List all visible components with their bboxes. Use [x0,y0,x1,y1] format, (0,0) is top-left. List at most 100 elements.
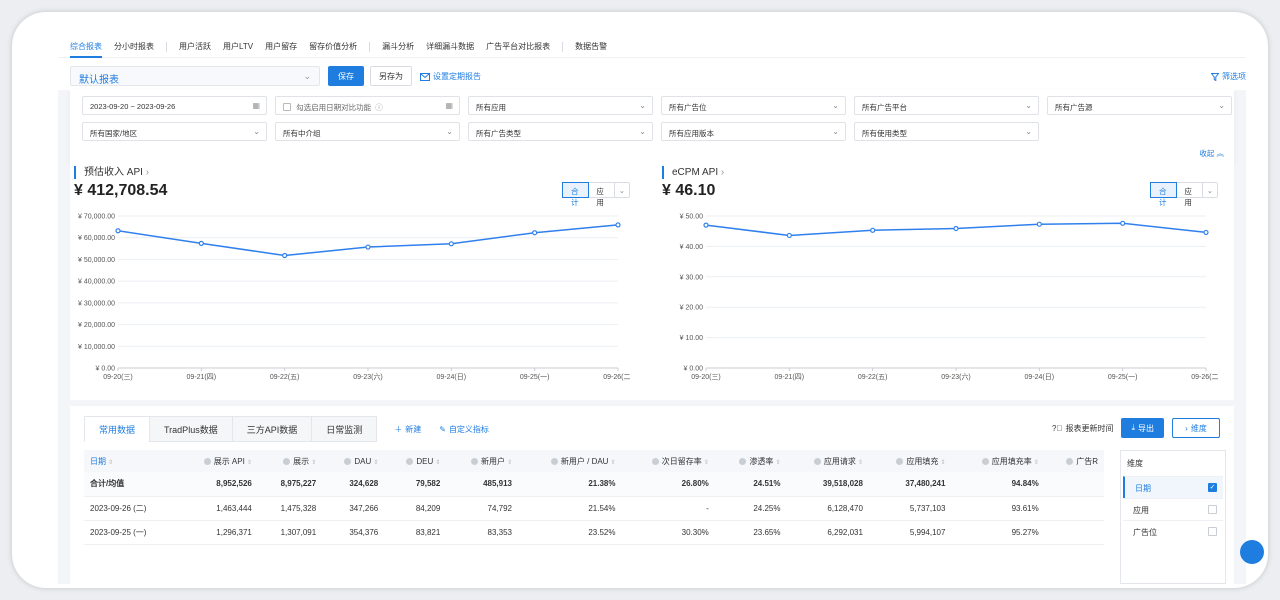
save-as-button[interactable]: 另存为 [370,66,412,86]
col-header-penetration[interactable]: 渗透率 ⇕ [714,450,787,472]
usage-type-select[interactable]: 所有使用类型 ⌄ [854,122,1039,141]
col-header-next-day-retention[interactable]: 次日留存率 ⇕ [621,450,715,472]
data-point [615,222,621,228]
nav-tab-hourly[interactable]: 分小时报表 [114,41,154,52]
dimension-item-label: 日期 [1135,484,1151,493]
col-header-dau[interactable]: DAU ⇕ [322,450,385,472]
nav-tab-funnel[interactable]: 漏斗分析 [382,41,414,52]
tab-third-party-api[interactable]: 三方API数据 [231,416,313,442]
table-cell [1044,472,1104,497]
data-point [1120,220,1126,226]
custom-metric-link[interactable]: ✎ 自定义指标 [439,416,489,442]
col-header-deu[interactable]: DEU ⇕ [384,450,447,472]
compare-date-picker[interactable]: 勾选启用日期对比功能 ⓘ ▦ [275,96,460,115]
dimension-item-date[interactable]: 日期 ✓ [1123,476,1223,498]
col-header-new-users-ratio[interactable]: 新用户 / DAU ⇕ [517,450,622,472]
chevron-down-icon[interactable]: ⌄ [613,183,629,197]
intermediary-select-value: 所有中介组 [283,129,321,138]
new-metric-link[interactable]: ＋ 新建 [394,416,421,442]
chevron-down-icon[interactable]: ⌄ [1201,183,1217,197]
tab-common-data[interactable]: 常用数据 [84,416,151,442]
col-header-app-fill-rate[interactable]: 应用填充率 ⇕ [951,450,1045,472]
chevron-right-icon: › [720,167,725,178]
sort-icon: ⇕ [857,459,863,466]
window-frame: 综合报表 分小时报表 用户活跃 用户LTV 用户留存 留存价值分析 漏斗分析 详… [12,12,1268,588]
ad-slot-select[interactable]: 所有广告位 ⌄ [661,96,846,115]
update-time-info[interactable]: ?⃝ 报表更新时间 [1052,423,1113,434]
data-point [115,228,121,234]
table-cell: 324,628 [322,472,385,497]
nav-tab-ltv[interactable]: 用户LTV [223,41,253,52]
ad-type-select[interactable]: 所有广告类型 ⌄ [468,122,653,141]
export-button[interactable]: ⤓ 导出 [1121,418,1164,438]
report-select[interactable]: 默认报表 ⌄ [70,66,320,86]
compare-checkbox[interactable] [283,103,291,111]
data-tabs: 常用数据 TradPlus数据 三方API数据 日常监测 ＋ 新建 ✎ 自定义指… [84,416,489,442]
table-cell: 6,128,470 [786,496,869,521]
ecpm-total-toggle[interactable]: 合计 [1150,182,1178,207]
checkbox-icon[interactable] [1208,505,1217,514]
data-point [448,241,454,247]
mail-icon [420,72,430,81]
intermediary-select[interactable]: 所有中介组 ⌄ [275,122,460,141]
ad-source-select[interactable]: 所有广告源 ⌄ [1047,96,1232,115]
country-select[interactable]: 所有国家/地区 ⌄ [82,122,267,141]
col-header-app-requests[interactable]: 应用请求 ⇕ [786,450,869,472]
sort-icon: ⇕ [610,459,616,466]
chevron-down-icon: ⌄ [1025,127,1032,136]
save-button[interactable]: 保存 [328,66,364,86]
ad-slot-select-value: 所有广告位 [669,103,707,112]
dimension-button[interactable]: › 维度 [1172,418,1220,438]
revenue-total-toggle[interactable]: 合计 [562,182,590,207]
col-header-ad-r[interactable]: 广告R [1044,450,1104,472]
nav-tab-funnel-detail[interactable]: 详细漏斗数据 [426,41,474,52]
ecpm-chart-title[interactable]: eCPM API › [662,166,724,179]
col-header-app-fills[interactable]: 应用填充 ⇕ [868,450,952,472]
tab-daily-monitor[interactable]: 日常监测 [311,416,378,442]
table-cell: 84,209 [384,496,447,521]
collapse-filters-link[interactable]: 收起 ︽ [1199,148,1224,159]
ecpm-app-toggle[interactable]: 应用 [1176,183,1201,207]
nav-tab-overview[interactable]: 综合报表 [70,41,102,58]
dimension-item-app[interactable]: 应用 [1123,498,1223,520]
custom-metric-label: 自定义指标 [448,424,489,434]
checkbox-icon[interactable] [1208,527,1217,536]
dimension-item-label: 广告位 [1133,528,1157,537]
chevron-down-icon: ⌄ [639,127,646,136]
table-cell: 93.61% [951,496,1045,521]
nav-tab-alerts[interactable]: 数据告警 [575,41,607,52]
nav-tab-active-users[interactable]: 用户活跃 [179,41,211,52]
app-version-select[interactable]: 所有应用版本 ⌄ [661,122,846,141]
sort-icon: ⇕ [373,459,379,466]
revenue-app-toggle[interactable]: 应用 [588,183,613,207]
y-tick-label: ¥ 0.00 [684,366,704,373]
nav-tab-retention[interactable]: 用户留存 [265,41,297,52]
nav-tab-retention-value[interactable]: 留存价值分析 [309,41,357,52]
date-range-value: 2023-09-20 ~ 2023-09-26 [90,102,176,111]
schedule-report-link[interactable]: 设置定期报告 [420,71,481,82]
ad-platform-select[interactable]: 所有广告平台 ⌄ [854,96,1039,115]
col-header-date[interactable]: 日期 ⇕ [84,450,177,472]
revenue-chart-title[interactable]: 预估收入 API › [74,166,149,179]
table-cell: 347,266 [322,496,385,521]
floating-help-button[interactable] [1240,540,1264,564]
col-header-new-users[interactable]: 新用户 ⇕ [446,450,518,472]
sort-icon: ⇕ [311,459,317,466]
table-row-total: 合计/均值 8,952,526 8,975,227 324,628 79,582… [84,472,1104,497]
usage-type-select-value: 所有使用类型 [862,129,907,138]
data-point [1203,229,1209,236]
help-icon [981,457,989,465]
col-header-impressions-api[interactable]: 展示 API ⇕ [176,450,258,472]
checkbox-checked-icon[interactable]: ✓ [1208,483,1217,492]
help-icon [406,457,414,465]
col-header-impressions[interactable]: 展示 ⇕ [257,450,323,472]
report-data-table: 日期 ⇕ 展示 API ⇕ 展示 ⇕ DAU ⇕ DEU ⇕ 新用户 ⇕ 新用户 / DAU… [84,450,1104,545]
date-range-picker[interactable]: 2023-09-20 ~ 2023-09-26 ▦ [82,96,267,115]
tab-tradplus-data[interactable]: TradPlus数据 [149,416,233,442]
nav-tab-platform-compare[interactable]: 广告平台对比报表 [486,41,550,52]
table-cell [1044,520,1104,545]
dimension-panel-title: 维度 [1127,459,1143,468]
app-select[interactable]: 所有应用 ⌄ [468,96,653,115]
filter-toggle[interactable]: 筛选项 [1211,71,1246,82]
dimension-item-ad-slot[interactable]: 广告位 [1123,520,1223,542]
